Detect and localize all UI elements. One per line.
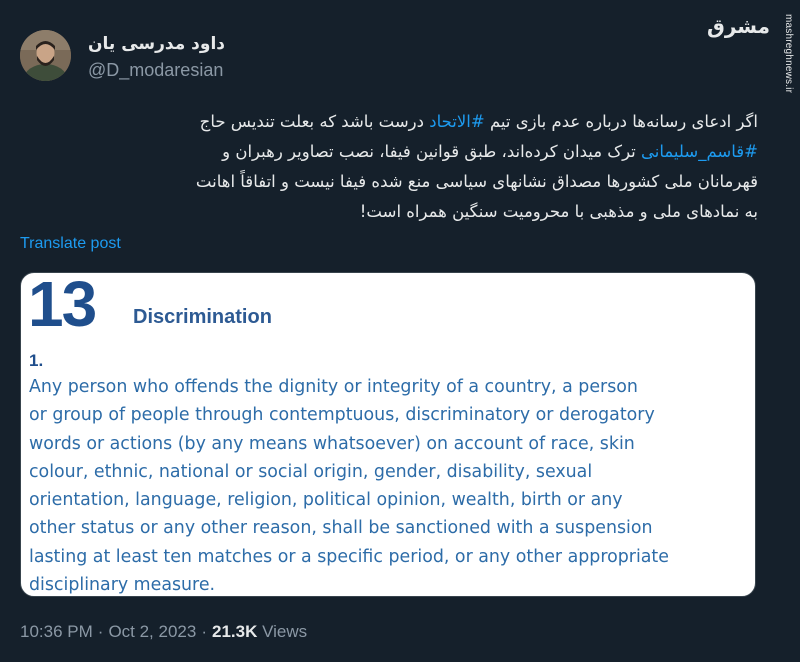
tweet-text-segment: درست باشد که بعلت تندیس حاج — [199, 112, 430, 131]
tweet-line-2: #قاسم_سلیمانی ترک میدان کرده‌اند، طبق قو… — [20, 137, 758, 167]
media-image[interactable]: 13 Discrimination 1. Any person who offe… — [20, 272, 756, 597]
paragraph-line: or group of people through contemptuous,… — [29, 405, 655, 426]
author-handle[interactable]: @D_modaresian — [88, 59, 288, 81]
paragraph-number: 1. — [29, 351, 44, 370]
tweet-text-segment: ترک میدان کرده‌اند، طبق قوانین فیفا، نصب… — [222, 142, 642, 161]
paragraph-line: other status or any other reason, shall … — [29, 518, 653, 539]
tweet-date-link[interactable]: Oct 2, 2023 — [108, 622, 196, 641]
author-display-name[interactable]: داود مدرسی یان — [88, 33, 288, 55]
meta-separator: · — [201, 622, 207, 641]
views-label: Views — [262, 622, 308, 641]
paragraph-line: colour, ethnic, national or social origi… — [29, 461, 593, 482]
tweet-line-1: اگر ادعای رسانه‌ها درباره عدم بازی تیم #… — [20, 107, 758, 137]
watermark-logo: مشرق — [706, 14, 770, 38]
views-count: 21.3K — [212, 622, 258, 641]
watermark-url: mashreghnews.ir — [783, 14, 794, 94]
article-number: 13 — [28, 272, 97, 340]
tweet-text-segment: اگر ادعای رسانه‌ها درباره عدم بازی تیم — [484, 112, 758, 131]
tweet-body: اگر ادعای رسانه‌ها درباره عدم بازی تیم #… — [20, 107, 758, 227]
meta-separator: · — [97, 622, 104, 641]
paragraph-line: Any person who offends the dignity or in… — [29, 377, 638, 397]
author-block: داود مدرسی یان @D_modaresian — [88, 33, 288, 81]
article-title: Discrimination — [133, 306, 272, 328]
tweet-line-4: به نمادهای ملی و مذهبی با محرومیت سنگین … — [359, 202, 758, 221]
paragraph-line: words or actions (by any means whatsoeve… — [29, 433, 635, 454]
avatar-photo-icon — [20, 30, 71, 81]
translate-post-link[interactable]: Translate post — [20, 235, 121, 253]
tweet-meta: 10:36 PM · Oct 2, 2023 · 21.3K Views — [20, 622, 307, 642]
hashtag-link[interactable]: #الاتحاد — [429, 112, 484, 131]
hashtag-link[interactable]: #قاسم_سلیمانی — [641, 142, 758, 161]
tweet-card: داود مدرسی یان @D_modaresian مشرق mashre… — [0, 0, 800, 662]
paragraph-line: orientation, language, religion, politic… — [29, 490, 623, 511]
avatar[interactable] — [20, 30, 71, 81]
paragraph-line: disciplinary measure. — [29, 575, 216, 596]
tweet-line-3: قهرمانان ملی کشورها مصداق نشانهای سیاسی … — [195, 172, 758, 191]
watermark: مشرق mashreghnews.ir — [707, 0, 800, 120]
tweet-time-link[interactable]: 10:36 PM — [20, 622, 93, 641]
paragraph-text: Any person who offends the dignity or in… — [29, 373, 751, 596]
paragraph-line: lasting at least ten matches or a specif… — [29, 546, 669, 567]
